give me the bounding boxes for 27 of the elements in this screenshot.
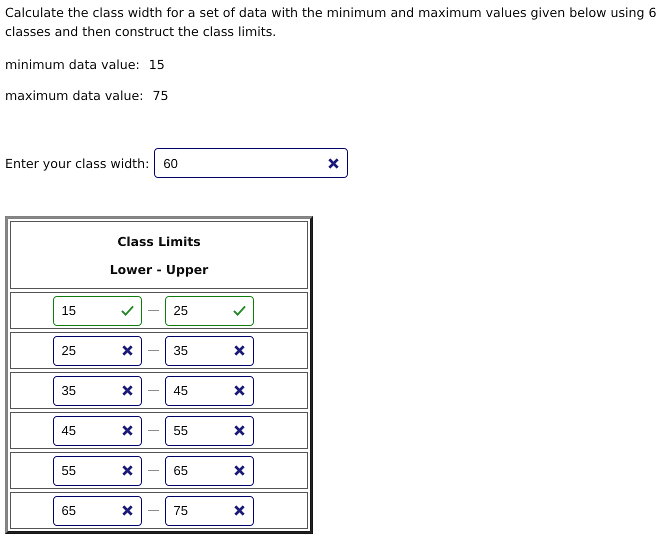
answer-field[interactable]: 15 xyxy=(52,296,142,326)
given-label: minimum data value: xyxy=(5,56,140,72)
given-value: 15 xyxy=(148,56,165,72)
answer-field[interactable]: 35 xyxy=(52,376,142,406)
answer-field[interactable]: 25 xyxy=(52,336,142,366)
given-label: maximum data value: xyxy=(5,88,144,102)
question-text: Calculate the class width for a set of data with the minimum and maximum values given below using 6 classes and then construct the class limits. xyxy=(5,4,658,41)
answer-field[interactable]: 60 xyxy=(154,148,348,178)
answer-field[interactable]: 55 xyxy=(52,456,142,486)
answer-field[interactable]: 65 xyxy=(164,456,254,486)
header-title: Class Limits xyxy=(117,234,201,248)
range-dash xyxy=(148,430,158,431)
given-value: 75 xyxy=(152,88,169,102)
range-dash xyxy=(148,390,158,391)
range-dash xyxy=(148,510,158,511)
answer-field[interactable]: 35 xyxy=(164,336,254,366)
field-label: Enter your class width: xyxy=(5,156,150,170)
range-dash xyxy=(148,310,158,311)
answer-field[interactable]: 45 xyxy=(52,416,142,446)
answer-field[interactable]: 75 xyxy=(164,496,254,526)
answer-field[interactable]: 25 xyxy=(164,296,254,326)
range-dash xyxy=(148,470,158,471)
range-dash xyxy=(148,350,158,351)
answer-field[interactable]: 45 xyxy=(164,376,254,406)
answer-field[interactable]: 55 xyxy=(164,416,254,446)
answer-field[interactable]: 65 xyxy=(52,496,142,526)
header-subtitle: Lower - Upper xyxy=(110,262,208,276)
